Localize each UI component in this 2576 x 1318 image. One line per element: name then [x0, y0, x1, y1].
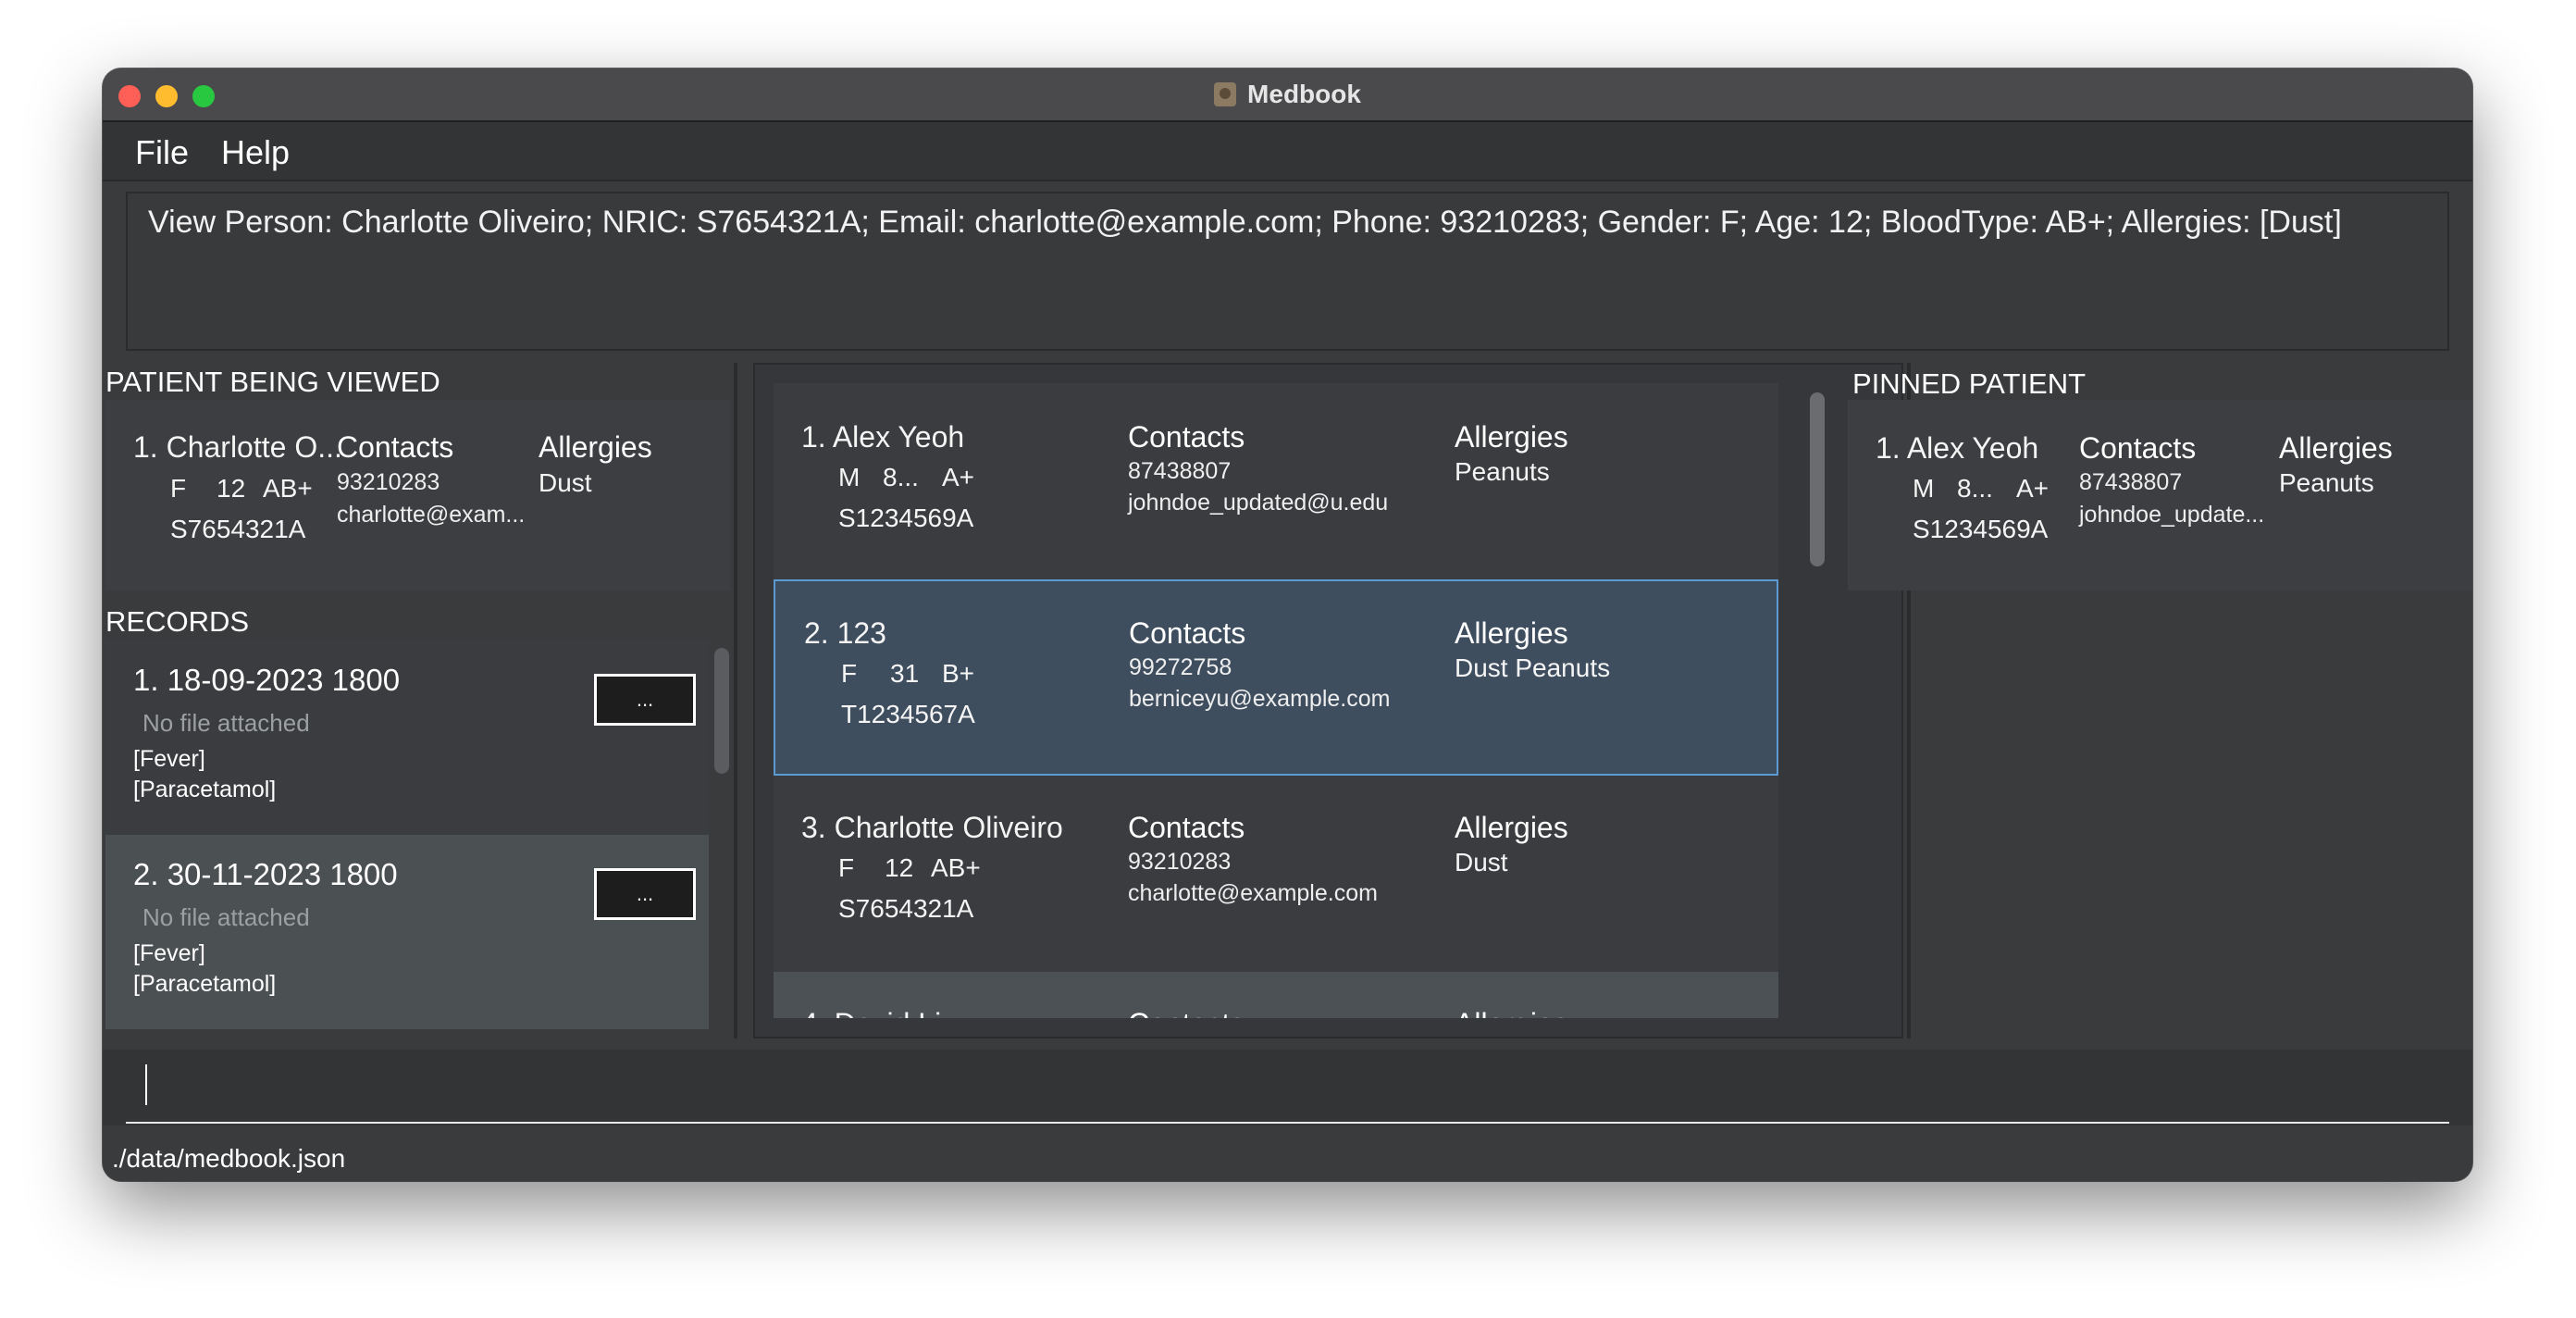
viewed-phone: 93210283	[337, 469, 440, 495]
patient-contacts-label: Contacts	[1129, 616, 1246, 650]
patient-name: 1. Alex Yeoh	[801, 420, 965, 454]
record-date: 1. 18-09-2023 1800	[133, 663, 401, 697]
left-panel: PATIENT BEING VIEWED 1. Charlotte O... F…	[103, 363, 734, 1038]
record-more-button[interactable]: ...	[594, 674, 696, 726]
menu-help[interactable]: Help	[221, 133, 290, 172]
viewed-allergies-label: Allergies	[539, 430, 652, 464]
patient-phone: 87438807	[1128, 458, 1232, 484]
records-heading: RECORDS	[105, 605, 250, 638]
record-file-status: No file attached	[142, 709, 310, 737]
record-date: 2. 30-11-2023 1800	[133, 857, 398, 891]
pinned-email: johndoe_update...	[2079, 502, 2265, 528]
patient-viewed-card: 1. Charlotte O... F 12 AB+ S7654321A Con…	[105, 400, 730, 591]
patient-gender: F	[841, 659, 858, 688]
patient-email: charlotte@example.com	[1128, 880, 1378, 906]
patient-card-selected[interactable]: 2. 123 F 31 B+ T1234567A Contacts 992727…	[774, 579, 1778, 776]
status-bar: ./data/medbook.json	[103, 1137, 2472, 1181]
patient-card[interactable]: 3. Charlotte Oliveiro F 12 AB+ S7654321A…	[774, 776, 1778, 972]
pinned-panel: PINNED PATIENT 1. Alex Yeoh M 8... A+ S1…	[1825, 363, 2472, 1038]
record-medication: [Paracetamol]	[133, 777, 277, 802]
record-medication: [Paracetamol]	[133, 971, 277, 997]
patient-age: 8...	[883, 463, 919, 491]
patient-card[interactable]: 4. David Li Contacts Allergies	[774, 972, 1778, 1018]
command-underline	[126, 1122, 2449, 1124]
patient-name: 2. 123	[804, 616, 886, 650]
patient-allergies: Dust Peanuts	[1455, 653, 1611, 682]
pinned-patient-heading: PINNED PATIENT	[1852, 367, 2087, 400]
pinned-phone: 87438807	[2079, 469, 2183, 495]
patient-gender: M	[838, 463, 861, 491]
patient-blood: AB+	[931, 853, 981, 882]
record-item[interactable]: 2. 30-11-2023 1800 No file attached [Fev…	[105, 835, 709, 1029]
records-list[interactable]: 1. 18-09-2023 1800 No file attached [Fev…	[105, 640, 709, 1038]
patient-blood: A+	[942, 463, 975, 491]
viewed-patient-nric: S7654321A	[170, 515, 306, 543]
patient-age: 12	[885, 853, 914, 882]
result-text: View Person: Charlotte Oliveiro; NRIC: S…	[148, 205, 2342, 240]
left-divider[interactable]	[734, 363, 737, 1038]
record-condition: [Fever]	[133, 940, 205, 966]
patient-allergies-label: Allergies	[1455, 616, 1568, 650]
viewed-patient-blood: AB+	[263, 474, 313, 503]
record-more-button[interactable]: ...	[594, 868, 696, 920]
viewed-patient-gender: F	[170, 474, 187, 503]
patient-blood: B+	[942, 659, 975, 688]
result-display[interactable]: View Person: Charlotte Oliveiro; NRIC: S…	[126, 192, 2449, 351]
patient-contacts-label: Contacts	[1128, 420, 1245, 454]
patient-contacts-label: Contacts	[1128, 811, 1245, 844]
command-box[interactable]	[103, 1050, 2472, 1125]
pinned-patient-name: 1. Alex Yeoh	[1876, 431, 2039, 465]
patient-name: 4. David Li	[801, 1007, 941, 1018]
pinned-allergies: Peanuts	[2279, 468, 2374, 497]
patient-list[interactable]: 1. Alex Yeoh M 8... A+ S1234569A Contact…	[774, 383, 1778, 1018]
patient-age: 31	[890, 659, 920, 688]
patient-name: 3. Charlotte Oliveiro	[801, 811, 1063, 844]
title-bar: Medbook	[103, 68, 2472, 122]
pinned-patient-age: 8...	[1957, 474, 1993, 503]
patient-allergies-label: Allergies	[1455, 420, 1568, 454]
pinned-patient-blood: A+	[2016, 474, 2050, 503]
patient-gender: F	[838, 853, 855, 882]
pinned-patient-nric: S1234569A	[1913, 515, 2049, 543]
patient-phone: 93210283	[1128, 849, 1232, 875]
patient-card[interactable]: 1. Alex Yeoh M 8... A+ S1234569A Contact…	[774, 383, 1778, 579]
patient-email: johndoe_updated@u.edu	[1128, 490, 1389, 516]
record-file-status: No file attached	[142, 903, 310, 931]
record-item[interactable]: 1. 18-09-2023 1800 No file attached [Fev…	[105, 640, 709, 835]
patient-allergies: Peanuts	[1455, 457, 1550, 486]
patient-contacts-label: Contacts	[1128, 1007, 1245, 1018]
patient-email: berniceyu@example.com	[1129, 686, 1391, 712]
viewed-patient-name: 1. Charlotte O...	[133, 430, 342, 464]
viewed-email: charlotte@exam...	[337, 502, 526, 528]
patient-nric: S1234569A	[838, 504, 974, 532]
pinned-patient-gender: M	[1913, 474, 1935, 503]
data-file-path: ./data/medbook.json	[112, 1144, 346, 1173]
viewed-allergies: Dust	[539, 468, 592, 497]
patient-nric: S7654321A	[838, 894, 974, 923]
patient-phone: 99272758	[1129, 654, 1232, 680]
medbook-app-icon	[1214, 82, 1237, 106]
patient-allergies-label: Allergies	[1455, 811, 1568, 844]
patient-list-panel: 1. Alex Yeoh M 8... A+ S1234569A Contact…	[753, 363, 1903, 1038]
patient-nric: T1234567A	[841, 700, 975, 728]
pinned-patient-card[interactable]: 1. Alex Yeoh M 8... A+ S1234569A Contact…	[1848, 400, 2472, 591]
records-scrollbar-thumb[interactable]	[714, 648, 729, 774]
viewed-patient-age: 12	[217, 474, 246, 503]
patient-viewed-heading: PATIENT BEING VIEWED	[105, 366, 440, 398]
patient-allergies-label: Allergies	[1455, 1007, 1568, 1018]
viewed-contacts-label: Contacts	[337, 430, 454, 464]
record-condition: [Fever]	[133, 746, 205, 772]
menu-bar: File Help	[103, 122, 2472, 181]
command-input[interactable]	[145, 1064, 147, 1105]
window-title: Medbook	[1247, 80, 1361, 108]
patient-allergies: Dust	[1455, 848, 1508, 877]
pinned-allergies-label: Allergies	[2279, 431, 2393, 465]
patient-list-scrollbar-thumb[interactable]	[1810, 392, 1825, 566]
menu-file[interactable]: File	[135, 133, 189, 172]
app-window: Medbook File Help View Person: Charlotte…	[103, 68, 2472, 1181]
pinned-contacts-label: Contacts	[2079, 431, 2197, 465]
